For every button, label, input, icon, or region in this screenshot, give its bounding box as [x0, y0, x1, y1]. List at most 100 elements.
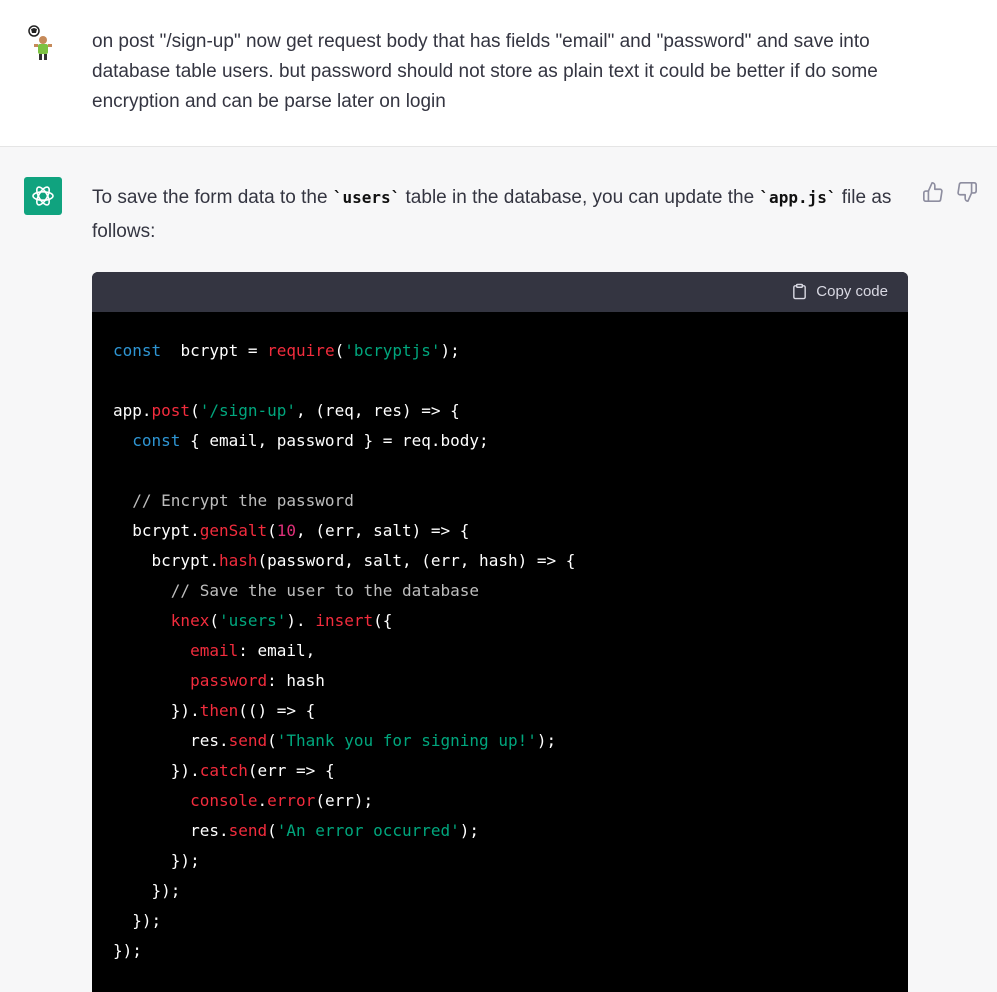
intro-prefix: To save the form data to the — [92, 187, 333, 208]
code-line: app.post('/sign-up', (req, res) => { — [113, 396, 908, 426]
code-token: send — [228, 821, 268, 840]
code-line: knex('users'). insert({ — [113, 606, 908, 636]
code-token: then — [199, 701, 239, 720]
code-token: . — [257, 791, 268, 810]
code-content: const bcrypt = require('bcryptjs'); app.… — [92, 312, 908, 966]
code-token: bcrypt. — [113, 551, 219, 570]
code-line: bcrypt.hash(password, salt, (err, hash) … — [113, 546, 908, 576]
code-line: }); — [113, 906, 908, 936]
copy-code-button[interactable]: Copy code — [791, 282, 888, 301]
code-token: ). — [286, 611, 316, 630]
code-token: ( — [267, 731, 277, 750]
code-token: 'Thank you for signing up!' — [276, 731, 537, 750]
code-token: 'users' — [218, 611, 287, 630]
code-token: knex — [170, 611, 210, 630]
user-message-text: on post "/sign-up" now get request body … — [92, 31, 878, 112]
code-token: ({ — [373, 611, 393, 630]
user-message: on post "/sign-up" now get request body … — [0, 0, 997, 147]
code-token: // Encrypt the password — [132, 491, 354, 510]
code-token: bcrypt. — [113, 521, 200, 540]
code-token: '/sign-up' — [199, 401, 297, 420]
code-line: console.error(err); — [113, 786, 908, 816]
code-token: (err); — [315, 791, 374, 810]
code-token: send — [228, 731, 268, 750]
code-token: ); — [459, 821, 480, 840]
code-token: , (err, salt) => { — [296, 521, 470, 540]
code-token: error — [267, 791, 316, 810]
code-line: password: hash — [113, 666, 908, 696]
code-token: email — [190, 641, 239, 660]
code-line: // Save the user to the database — [113, 576, 908, 606]
code-token: ); — [536, 731, 557, 750]
code-line: // Encrypt the password — [113, 486, 908, 516]
code-token: hash — [218, 551, 258, 570]
assistant-intro-text: To save the form data to the `users` tab… — [92, 181, 912, 249]
code-token: bcrypt = — [161, 341, 268, 360]
copy-code-label: Copy code — [816, 283, 888, 300]
code-token: }); — [113, 851, 200, 870]
code-block: Copy code const bcrypt = require('bcrypt… — [92, 272, 908, 992]
intro-middle: table in the database, you can update th… — [400, 187, 760, 208]
code-token: 10 — [276, 521, 297, 540]
code-line: }); — [113, 846, 908, 876]
assistant-message: To save the form data to the `users` tab… — [0, 147, 997, 992]
inline-code-users: `users` — [332, 188, 401, 207]
code-token: }); — [113, 881, 181, 900]
code-token: ( — [267, 821, 277, 840]
code-token: // Save the user to the database — [170, 581, 480, 600]
code-token: res. — [113, 821, 229, 840]
code-token: : email, — [238, 641, 316, 660]
code-line: bcrypt.genSalt(10, (err, salt) => { — [113, 516, 908, 546]
code-token: require — [267, 341, 335, 360]
thumbs-down-icon[interactable] — [956, 181, 978, 203]
code-line: res.send('An error occurred'); — [113, 816, 908, 846]
code-token: }); — [113, 941, 142, 960]
code-token: app. — [113, 401, 152, 420]
code-token: password — [190, 671, 268, 690]
thumbs-up-icon[interactable] — [922, 181, 944, 203]
code-token: (err => { — [247, 761, 335, 780]
code-line: email: email, — [113, 636, 908, 666]
code-block-header: Copy code — [92, 272, 908, 312]
code-token: genSalt — [199, 521, 268, 540]
code-line: }); — [113, 936, 908, 966]
code-token: }). — [113, 761, 200, 780]
code-token: (password, salt, (err, hash) => { — [257, 551, 576, 570]
code-token: 'bcryptjs' — [344, 341, 441, 360]
code-token: const — [113, 341, 162, 360]
openai-logo-icon — [24, 177, 62, 215]
code-token: console — [190, 791, 258, 810]
code-token: }); — [113, 911, 162, 930]
code-token: , (req, res) => { — [296, 401, 460, 420]
user-avatar — [22, 24, 62, 64]
code-token: res. — [113, 731, 229, 750]
code-line: }); — [113, 876, 908, 906]
code-token: catch — [199, 761, 248, 780]
code-token: 'An error occurred' — [276, 821, 460, 840]
code-token: (() => { — [238, 701, 316, 720]
code-token: : hash — [267, 671, 325, 690]
code-token: const — [132, 431, 181, 450]
code-line: }).catch(err => { — [113, 756, 908, 786]
code-token: insert — [315, 611, 374, 630]
code-token: ( — [267, 521, 277, 540]
clipboard-icon — [793, 283, 807, 300]
code-token: post — [151, 401, 191, 420]
code-line: }).then(() => { — [113, 696, 908, 726]
code-token: ); — [440, 341, 460, 360]
code-line: const { email, password } = req.body; — [113, 426, 908, 456]
code-token: ( — [334, 341, 345, 360]
code-token: ( — [209, 611, 219, 630]
inline-code-appjs: `app.js` — [759, 188, 837, 207]
code-token: }). — [113, 701, 200, 720]
code-token: ( — [190, 401, 200, 420]
